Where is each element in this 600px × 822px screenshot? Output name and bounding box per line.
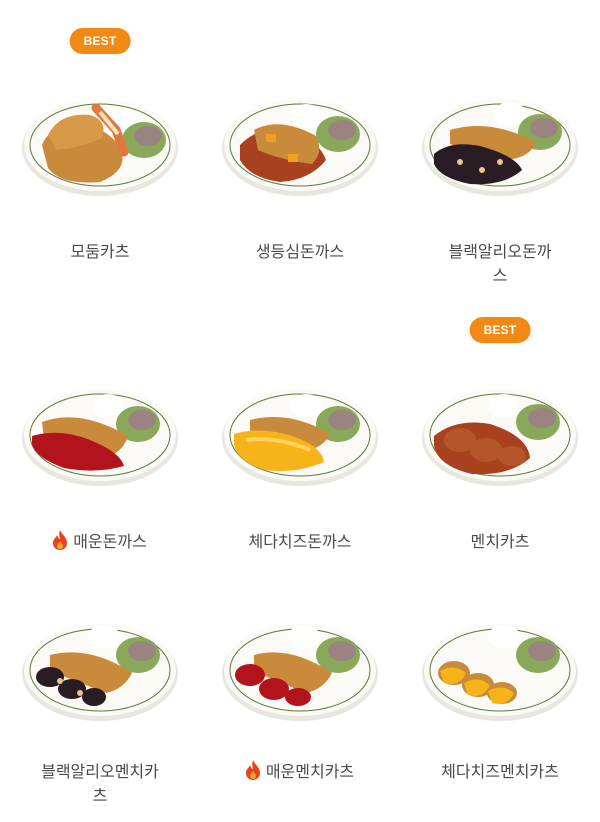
fire-icon [245, 760, 260, 780]
menu-item[interactable]: 매운멘치카츠 [200, 580, 400, 822]
menu-item-name: 블랙알리오돈까스 [448, 242, 552, 285]
menu-item[interactable]: 체다치즈돈까스 [200, 290, 400, 580]
food-plate-image [22, 389, 178, 486]
menu-item-name: 생등심돈까스 [255, 242, 345, 261]
menu-item[interactable]: 체다치즈멘치카츠 [400, 580, 600, 822]
food-plate-image [422, 624, 578, 721]
menu-item[interactable]: 매운돈까스 [0, 290, 200, 580]
food-plate-image [222, 99, 378, 196]
menu-item-name: 체다치즈멘치카츠 [441, 762, 559, 781]
menu-item-name: 매운돈까스 [0, 530, 200, 554]
menu-item-name: 블랙알리오멘치카츠 [41, 762, 159, 805]
menu-item[interactable]: 생등심돈까스 [200, 0, 400, 290]
menu-item-name: 모둠카츠 [70, 242, 130, 261]
menu-item[interactable]: 블랙알리오멘치카츠 [0, 580, 200, 822]
fire-icon [53, 530, 68, 550]
food-plate-image [22, 624, 178, 721]
menu-item-name: 매운멘치카츠 [200, 760, 400, 784]
menu-item[interactable]: 블랙알리오돈까스 [400, 0, 600, 290]
best-badge: BEST [469, 317, 531, 343]
food-plate-image [222, 624, 378, 721]
food-plate-image [422, 99, 578, 196]
food-plate-image [222, 389, 378, 486]
food-plate-image [22, 99, 178, 196]
food-plate-image [422, 389, 578, 486]
menu-item-name: 멘치카츠 [470, 532, 530, 551]
best-badge: BEST [69, 28, 131, 54]
menu-grid: BEST 모둠카츠 생등심돈까스 블랙알리오돈까스 매운돈까스 체다치즈돈까스 … [0, 0, 600, 822]
menu-item[interactable]: BEST 모둠카츠 [0, 0, 200, 290]
menu-item[interactable]: BEST 멘치카츠 [400, 290, 600, 580]
menu-item-name: 체다치즈돈까스 [248, 532, 352, 551]
